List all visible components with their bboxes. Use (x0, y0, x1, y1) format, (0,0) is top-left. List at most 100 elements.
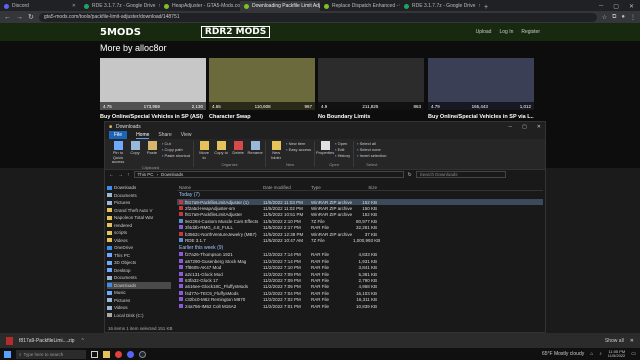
column-size[interactable]: Size (353, 185, 377, 190)
invert-selection-button[interactable]: Invert selection (357, 153, 387, 158)
tab-view[interactable]: View (181, 132, 192, 138)
paste-button[interactable]: Paste (145, 141, 159, 156)
column-name[interactable]: Name (177, 185, 263, 190)
tab-file[interactable]: File (109, 131, 128, 139)
nav-item[interactable]: 3D Objects (107, 259, 171, 267)
maximize-icon[interactable]: ▢ (613, 3, 619, 10)
tab-share[interactable]: Share (158, 132, 171, 138)
explorer-search-input[interactable]: Search Downloads (415, 171, 506, 178)
gta5mods-logo[interactable]: 5MODS (100, 27, 141, 38)
nav-item[interactable]: Downloads (107, 184, 171, 192)
browser-tab[interactable]: RDE 3.1.7.7z - Google Drive✕ (80, 1, 160, 11)
nav-item[interactable]: This PC (107, 252, 171, 260)
explorer-taskbar-icon[interactable] (103, 350, 110, 358)
edit-button[interactable]: Edit (335, 147, 350, 152)
taskbar-search[interactable]: ⌕ Type here to search (16, 349, 86, 359)
explorer-minimize-icon[interactable]: ─ (509, 124, 513, 130)
network-icon[interactable]: ⌂ (590, 351, 593, 357)
volume-icon[interactable]: ♪ (599, 351, 602, 357)
select-all-button[interactable]: Select all (357, 141, 386, 146)
column-type[interactable]: Type (311, 185, 353, 190)
pin-quick-access-button[interactable]: Pin to Quick access (111, 141, 125, 165)
file-group-header[interactable]: Earlier this week (9) (177, 244, 543, 252)
mod-thumbnail[interactable]: 4.65 110,608 967 (209, 58, 315, 110)
new-tab-button[interactable]: + (480, 4, 492, 11)
mod-title[interactable]: Buy Online/Special Vehicles in SP via L.… (428, 114, 534, 120)
explorer-maximize-icon[interactable]: ▢ (522, 124, 527, 130)
nav-item[interactable]: Desktop (107, 267, 171, 275)
browser-tab[interactable]: Replace Dispatch Enhanced - GTA5-...✕ (320, 1, 400, 11)
upload-link[interactable]: Upload (476, 29, 492, 35)
tab-close-icon[interactable]: ✕ (72, 3, 76, 9)
mod-title[interactable]: No Boundary Limits (318, 114, 424, 120)
login-link[interactable]: Log In (499, 29, 513, 35)
cut-button[interactable]: Cut (162, 141, 190, 146)
nav-item[interactable]: Documents (107, 274, 171, 282)
chrome-taskbar-icon[interactable] (115, 350, 122, 358)
nav-item[interactable]: Pictures (107, 199, 171, 207)
easy-access-button[interactable]: Easy access (286, 147, 311, 152)
extensions-icon[interactable]: ⧉ (612, 14, 616, 21)
paste-shortcut-button[interactable]: Paste shortcut (162, 153, 191, 158)
rdr2mods-logo[interactable]: RDR2 MODS (200, 26, 271, 38)
copy-to-button[interactable]: Copy to (214, 141, 228, 156)
windows-start-icon[interactable] (4, 350, 11, 358)
nav-item[interactable]: Downloads (107, 281, 171, 289)
browser-tab[interactable]: Discord ✕ (0, 1, 80, 11)
path-this-pc[interactable]: This PC (138, 172, 154, 177)
download-item[interactable]: f817a9-PackfileLimi....zip (19, 338, 75, 344)
url-bar[interactable]: gta5-mods.com/tools/packfile-limit-adjus… (38, 12, 597, 22)
nav-item[interactable]: Documents (107, 192, 171, 200)
browser-tab[interactable]: Downloading Packfile Limit Adju...✕ (240, 1, 320, 11)
weather-widget[interactable]: 65°F Mostly cloudy (542, 351, 584, 357)
bookmark-star-icon[interactable]: ☆ (602, 14, 607, 21)
file-group-header[interactable]: Today (7) (177, 191, 543, 199)
mod-thumbnail[interactable]: 4.75 173,959 2,130 (100, 58, 206, 110)
back-icon[interactable]: ← (4, 14, 11, 21)
register-link[interactable]: Register (521, 29, 540, 35)
select-none-button[interactable]: Select none (357, 147, 386, 152)
copy-path-button[interactable]: Copy path (162, 147, 190, 152)
mod-thumbnail[interactable]: 4.9 211,825 863 (318, 58, 424, 110)
nav-item[interactable]: scripts (107, 229, 171, 237)
column-date-modified[interactable]: Date modified (263, 185, 311, 190)
delete-button[interactable]: Delete (231, 141, 245, 156)
browser-tab[interactable]: RDE 3.1.7.7z - Google Drive✕ (400, 1, 480, 11)
open-button[interactable]: Open (335, 141, 350, 146)
nav-item[interactable]: Grand Theft Auto V (107, 207, 171, 215)
nav-item[interactable]: Pictures (107, 297, 171, 305)
refresh-icon[interactable]: ↻ (408, 172, 412, 178)
new-folder-button[interactable]: New folder (269, 141, 283, 160)
forward-icon[interactable]: → (16, 14, 23, 21)
close-icon[interactable]: ✕ (629, 3, 634, 10)
move-to-button[interactable]: Move to (197, 141, 211, 160)
minimize-icon[interactable]: ─ (599, 3, 603, 9)
nav-item[interactable]: Videos (107, 304, 171, 312)
chevron-up-icon[interactable]: ⌃ (81, 338, 85, 344)
new-item-button[interactable]: New item (286, 141, 311, 146)
show-all-button[interactable]: Show all (605, 338, 624, 344)
path-downloads[interactable]: Downloads (161, 172, 183, 177)
nav-item[interactable]: Music (107, 289, 171, 297)
nav-item[interactable]: Napoleon Total War (107, 214, 171, 222)
browser-tab[interactable]: HeapAdjuster - GTA5-Mods.com✕ (160, 1, 240, 11)
copy-button[interactable]: Copy (128, 141, 142, 156)
nav-item[interactable]: Local Disk (C:) (107, 312, 171, 320)
explorer-path-box[interactable]: This PC › Downloads (133, 171, 404, 178)
rename-button[interactable]: Rename (248, 141, 263, 156)
explorer-back-icon[interactable]: ← (109, 172, 114, 178)
menu-icon[interactable]: ⋮ (630, 14, 636, 21)
file-row[interactable]: 24a756-IM62 Colt M16A2 11/2/2022 7:01 PM R… (177, 303, 543, 309)
task-view-icon[interactable] (91, 350, 98, 358)
clock[interactable]: 11:05 PM 11/5/2022 (608, 349, 626, 359)
tab-home[interactable]: Home (136, 132, 150, 139)
history-button[interactable]: History (335, 153, 350, 158)
reload-icon[interactable]: ↻ (28, 13, 34, 21)
nav-item[interactable]: OneDrive (107, 244, 171, 252)
steam-taskbar-icon[interactable] (139, 350, 146, 358)
mod-thumbnail[interactable]: 4.79 165,443 1,012 (428, 58, 534, 110)
mod-title[interactable]: Character Swap (209, 114, 315, 120)
explorer-forward-icon[interactable]: → (118, 172, 123, 178)
notification-icon[interactable]: ▭ (631, 351, 636, 357)
nav-item[interactable]: Videos (107, 237, 171, 245)
